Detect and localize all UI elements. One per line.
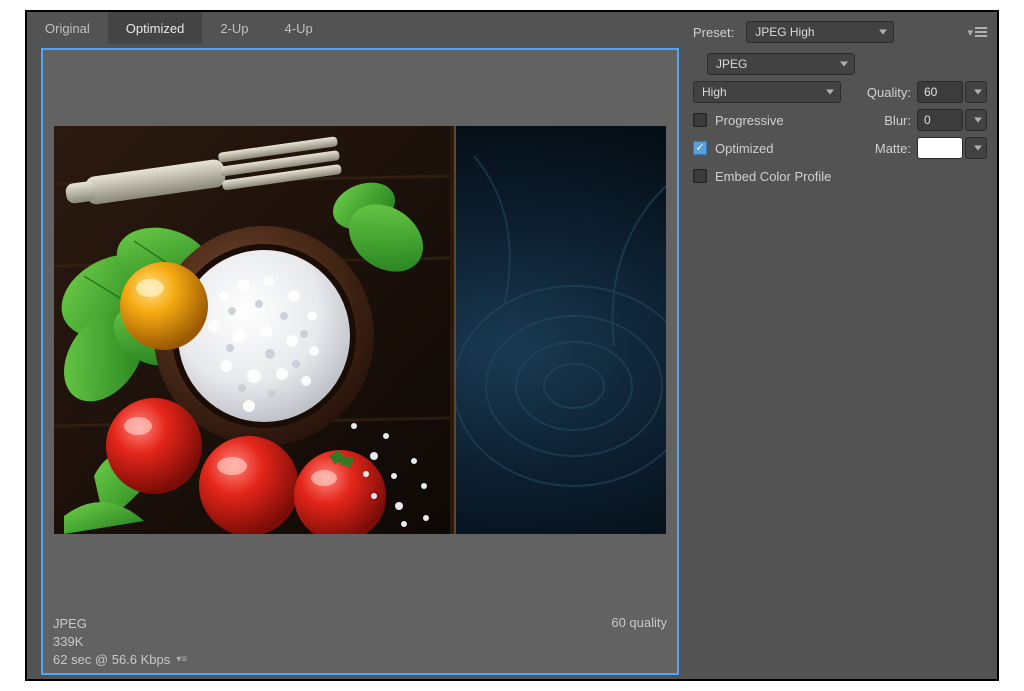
quality-label: Quality: <box>867 85 911 100</box>
progressive-label: Progressive <box>715 113 784 128</box>
preview-pane: Original Optimized 2-Up 4-Up <box>27 12 683 679</box>
save-for-web-window: Original Optimized 2-Up 4-Up <box>25 10 999 681</box>
preset-row: Preset: JPEG High ▾ <box>693 18 987 46</box>
tab-optimized[interactable]: Optimized <box>108 12 203 44</box>
progressive-row: Progressive Blur: 0 <box>693 106 987 134</box>
transfer-flyout-icon[interactable]: ▾≡ <box>176 651 187 669</box>
status-size: 339K <box>53 633 83 651</box>
preview-frame: 60 quality JPEG 339K 62 sec @ 56.6 Kbps … <box>41 48 679 675</box>
optimized-checkbox[interactable] <box>693 141 707 155</box>
tab-2up[interactable]: 2-Up <box>202 12 266 44</box>
image-area[interactable] <box>43 50 677 609</box>
status-format: JPEG <box>53 615 87 633</box>
quality-preset-select[interactable]: High <box>693 81 841 103</box>
format-row: JPEG <box>693 50 987 78</box>
embed-label: Embed Color Profile <box>715 169 831 184</box>
quality-row: High Quality: 60 <box>693 78 987 106</box>
preview-image <box>54 126 666 534</box>
preset-select[interactable]: JPEG High <box>746 21 894 43</box>
settings-pane: Preset: JPEG High ▾ JPEG High Quality: 6… <box>683 12 997 679</box>
matte-select[interactable] <box>965 137 987 159</box>
options-flyout-icon[interactable]: ▾ <box>967 26 987 39</box>
tab-4up[interactable]: 4-Up <box>267 12 331 44</box>
matte-swatch[interactable] <box>917 137 963 159</box>
blur-stepper[interactable] <box>965 109 987 131</box>
preset-label: Preset: <box>693 25 734 40</box>
preview-tabs: Original Optimized 2-Up 4-Up <box>27 12 683 44</box>
format-select[interactable]: JPEG <box>707 53 855 75</box>
embed-checkbox[interactable] <box>693 169 707 183</box>
status-transfer: 62 sec @ 56.6 Kbps <box>53 651 170 669</box>
status-quality: 60 quality <box>611 615 667 630</box>
matte-label: Matte: <box>875 141 911 156</box>
tab-original[interactable]: Original <box>27 12 108 44</box>
status-bar: 60 quality JPEG 339K 62 sec @ 56.6 Kbps … <box>43 609 677 673</box>
blur-label: Blur: <box>884 113 911 128</box>
optimized-row: Optimized Matte: <box>693 134 987 162</box>
progressive-checkbox[interactable] <box>693 113 707 127</box>
embed-row: Embed Color Profile <box>693 162 987 190</box>
quality-stepper[interactable] <box>965 81 987 103</box>
quality-field[interactable]: 60 <box>917 81 963 103</box>
optimized-label: Optimized <box>715 141 774 156</box>
blur-field[interactable]: 0 <box>917 109 963 131</box>
